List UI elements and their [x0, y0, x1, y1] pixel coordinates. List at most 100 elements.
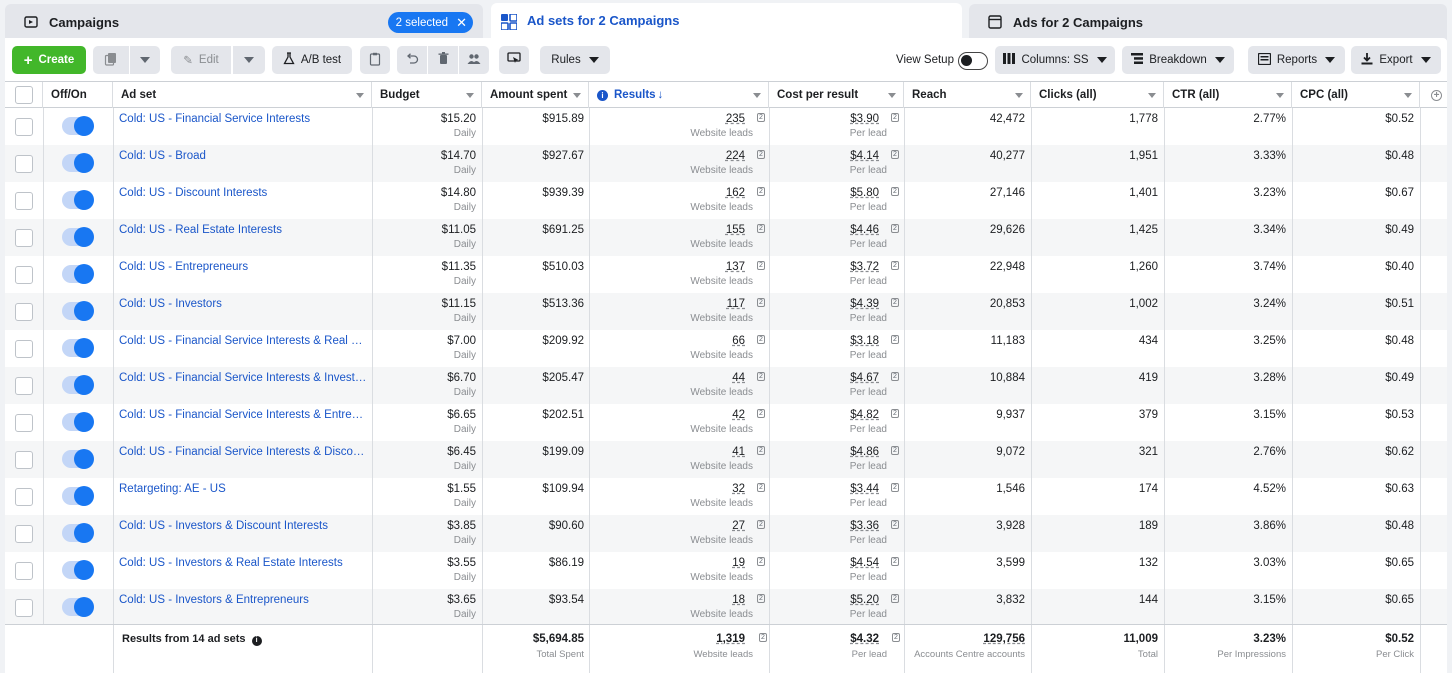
ab-test-button[interactable]: A/B test: [272, 46, 352, 74]
table-row[interactable]: Retargeting: AE - US $1.55 Daily $109.94 32 2…: [5, 478, 1447, 515]
clear-selection-icon[interactable]: ✕: [456, 15, 467, 31]
row-checkbox[interactable]: [15, 118, 33, 136]
ad-set-toggle[interactable]: [62, 227, 94, 247]
duplicate-dropdown[interactable]: [130, 46, 160, 74]
row-checkbox[interactable]: [15, 266, 33, 284]
row-checkbox[interactable]: [15, 414, 33, 432]
cost-per-result-value[interactable]: $4.54: [850, 557, 879, 569]
duplicate-button[interactable]: [93, 46, 129, 74]
col-results[interactable]: i Results ↓: [589, 82, 769, 108]
row-checkbox[interactable]: [15, 192, 33, 210]
row-checkbox[interactable]: [15, 377, 33, 395]
results-value[interactable]: 19: [732, 557, 745, 569]
info-icon[interactable]: i: [251, 635, 262, 646]
col-amount-spent[interactable]: Amount spent: [482, 82, 589, 108]
cost-per-result-value[interactable]: $4.39: [850, 298, 879, 310]
row-checkbox[interactable]: [15, 488, 33, 506]
col-clicks[interactable]: Clicks (all): [1031, 82, 1164, 108]
reports-button[interactable]: Reports: [1248, 46, 1345, 74]
results-value[interactable]: 235: [726, 113, 745, 125]
table-row[interactable]: Cold: US - Investors $11.15 Daily $513.36 11…: [5, 293, 1447, 330]
table-row[interactable]: Cold: US - Broad $14.70 Daily $927.67 224 2 We…: [5, 145, 1447, 182]
ad-set-name-link[interactable]: Cold: US - Financial Service Interests &…: [119, 372, 369, 384]
results-value[interactable]: 27: [732, 520, 745, 532]
results-value[interactable]: 66: [732, 335, 745, 347]
table-row[interactable]: Cold: US - Investors & Discount Interest…: [5, 515, 1447, 552]
ad-set-name-link[interactable]: Cold: US - Broad: [119, 150, 369, 162]
edit-dropdown[interactable]: [233, 46, 265, 74]
ad-set-toggle[interactable]: [62, 116, 94, 136]
ad-set-toggle[interactable]: [62, 486, 94, 506]
ad-set-toggle[interactable]: [62, 301, 94, 321]
ad-set-name-link[interactable]: Retargeting: AE - US: [119, 483, 369, 495]
cost-per-result-value[interactable]: $5.80: [850, 187, 879, 199]
table-row[interactable]: Cold: US - Financial Service Interests $1…: [5, 108, 1447, 145]
results-value[interactable]: 155: [726, 224, 745, 236]
ad-set-name-link[interactable]: Cold: US - Financial Service Interests &…: [119, 335, 369, 347]
row-checkbox[interactable]: [15, 155, 33, 173]
export-button[interactable]: Export: [1351, 46, 1441, 74]
audience-button[interactable]: [459, 46, 489, 74]
ad-set-toggle[interactable]: [62, 597, 94, 617]
table-row[interactable]: Cold: US - Financial Service Interests &…: [5, 404, 1447, 441]
table-row[interactable]: Cold: US - Entrepreneurs $11.35 Daily $510.…: [5, 256, 1447, 293]
cost-per-result-value[interactable]: $4.86: [850, 446, 879, 458]
cost-per-result-value[interactable]: $3.72: [850, 261, 879, 273]
table-row[interactable]: Cold: US - Investors & Real Estate Inter…: [5, 552, 1447, 589]
view-setup-toggle[interactable]: [958, 52, 988, 70]
ad-set-toggle[interactable]: [62, 338, 94, 358]
table-row[interactable]: Cold: US - Financial Service Interests &…: [5, 367, 1447, 404]
table-row[interactable]: Cold: US - Real Estate Interests $11.05 Da…: [5, 219, 1447, 256]
ad-set-toggle[interactable]: [62, 560, 94, 580]
results-value[interactable]: 117: [727, 298, 745, 310]
row-checkbox[interactable]: [15, 303, 33, 321]
ad-set-toggle[interactable]: [62, 153, 94, 173]
results-value[interactable]: 41: [732, 446, 745, 458]
cost-per-result-value[interactable]: $4.82: [850, 409, 879, 421]
table-row[interactable]: Cold: US - Discount Interests $14.80 Daily…: [5, 182, 1447, 219]
col-cpc[interactable]: CPC (all): [1292, 82, 1420, 108]
ad-set-name-link[interactable]: Cold: US - Investors & Entrepreneurs: [119, 594, 369, 606]
row-checkbox[interactable]: [15, 229, 33, 247]
breakdown-button[interactable]: Breakdown: [1122, 46, 1234, 74]
results-value[interactable]: 32: [732, 483, 745, 495]
row-checkbox[interactable]: [15, 599, 33, 617]
ad-set-toggle[interactable]: [62, 375, 94, 395]
cost-per-result-value[interactable]: $3.90: [850, 113, 879, 125]
ad-set-name-link[interactable]: Cold: US - Discount Interests: [119, 187, 369, 199]
cost-per-result-value[interactable]: $3.36: [850, 520, 879, 532]
undo-button[interactable]: [397, 46, 427, 74]
cost-per-result-value[interactable]: $3.18: [850, 335, 879, 347]
col-cost-per-result[interactable]: Cost per result: [769, 82, 904, 108]
results-value[interactable]: 44: [732, 372, 745, 384]
table-row[interactable]: Cold: US - Financial Service Interests &…: [5, 441, 1447, 478]
cost-per-result-value[interactable]: $4.46: [850, 224, 879, 236]
ad-set-name-link[interactable]: Cold: US - Investors & Discount Interest…: [119, 520, 369, 532]
ad-set-name-link[interactable]: Cold: US - Investors & Real Estate Inter…: [119, 557, 369, 569]
col-reach[interactable]: Reach: [904, 82, 1031, 108]
col-off-on[interactable]: Off/On: [43, 82, 113, 108]
col-ctr[interactable]: CTR (all): [1164, 82, 1292, 108]
table-row[interactable]: Cold: US - Financial Service Interests &…: [5, 330, 1447, 367]
select-all-checkbox[interactable]: [15, 86, 33, 104]
col-budget[interactable]: Budget: [372, 82, 482, 108]
cost-per-result-value[interactable]: $3.44: [850, 483, 879, 495]
clipboard-button[interactable]: [360, 46, 390, 74]
ad-set-name-link[interactable]: Cold: US - Investors: [119, 298, 369, 310]
footer-reach[interactable]: 129,756: [983, 633, 1025, 645]
cost-per-result-value[interactable]: $5.20: [850, 594, 879, 606]
delete-button[interactable]: [428, 46, 458, 74]
results-value[interactable]: 42: [732, 409, 745, 421]
cost-per-result-value[interactable]: $4.67: [850, 372, 879, 384]
ad-set-toggle[interactable]: [62, 449, 94, 469]
col-ad-set[interactable]: Ad set: [113, 82, 372, 108]
footer-results[interactable]: 1,319: [716, 633, 745, 645]
edit-button[interactable]: ✎ Edit: [171, 46, 231, 74]
row-checkbox[interactable]: [15, 340, 33, 358]
tab-ad-sets[interactable]: Ad sets for 2 Campaigns: [491, 3, 962, 41]
results-value[interactable]: 224: [726, 150, 745, 162]
ad-set-name-link[interactable]: Cold: US - Financial Service Interests &…: [119, 409, 369, 421]
row-checkbox[interactable]: [15, 562, 33, 580]
add-column-icon[interactable]: +: [1431, 89, 1442, 101]
tab-ads[interactable]: Ads for 2 Campaigns: [969, 4, 1447, 40]
